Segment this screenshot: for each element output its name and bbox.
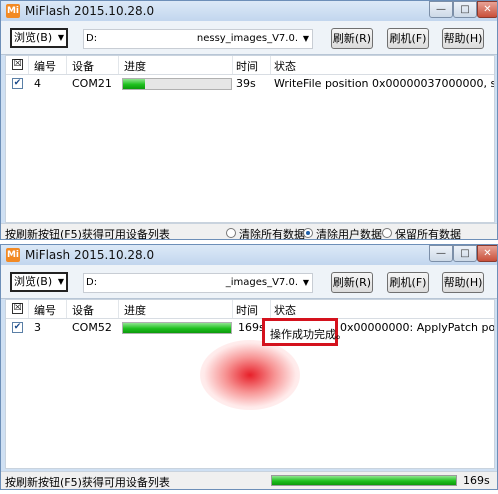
clear-user-radio[interactable] xyxy=(303,228,313,238)
help-button[interactable]: 帮助(H) xyxy=(442,28,484,49)
window-title: MiFlash 2015.10.28.0 xyxy=(25,248,155,262)
help-button[interactable]: 帮助(H) xyxy=(442,272,484,293)
path-drive: D: xyxy=(86,277,98,288)
browse-label: 浏览(B) xyxy=(14,275,53,288)
column-divider xyxy=(118,300,119,318)
device-time: 169s xyxy=(238,321,265,334)
status-hint: 按刷新按钮(F5)获得可用设备列表 xyxy=(5,476,170,489)
select-all-checkbox[interactable]: ☒ xyxy=(12,303,23,314)
toolbar: 浏览(B) ▼ D: nessy_images_V7.0. ▼ 刷新(R) 刷机… xyxy=(1,21,497,55)
red-splash-mark xyxy=(200,340,300,410)
device-list: ☒ 编号 设备 进度 时间 状态 ✔ 4 COM21 39s WriteFile… xyxy=(5,55,495,223)
miflash-window-1: Mi MiFlash 2015.10.28.0 — □ ✕ 浏览(B) ▼ D:… xyxy=(0,0,498,240)
clear-user-label[interactable]: 清除用户数据 xyxy=(316,226,382,239)
device-progress-bar xyxy=(122,322,232,334)
close-button[interactable]: ✕ xyxy=(477,245,497,262)
chevron-down-icon: ▼ xyxy=(57,277,64,286)
browse-dropdown[interactable]: 浏览(B) ▼ xyxy=(10,28,68,48)
column-divider xyxy=(118,56,119,74)
maximize-button[interactable]: □ xyxy=(453,245,477,262)
overall-time: 169s xyxy=(463,474,490,487)
device-checkbox[interactable]: ✔ xyxy=(12,78,23,89)
device-port: COM21 xyxy=(72,77,112,90)
device-port: COM52 xyxy=(72,321,112,334)
column-status[interactable]: 状态 xyxy=(274,302,296,318)
column-status[interactable]: 状态 xyxy=(274,58,296,74)
device-id: 3 xyxy=(34,321,41,334)
toolbar: 浏览(B) ▼ D: _images_V7.0. ▼ 刷新(R) 刷机(F) 帮… xyxy=(1,265,497,299)
window-title: MiFlash 2015.10.28.0 xyxy=(25,4,155,18)
success-highlight-box: 操作成功完成。 xyxy=(262,318,347,346)
overall-progress-bar xyxy=(271,475,457,486)
close-button[interactable]: ✕ xyxy=(477,1,497,18)
chevron-down-icon[interactable]: ▼ xyxy=(303,274,309,292)
select-all-checkbox[interactable]: ☒ xyxy=(12,59,23,70)
column-divider xyxy=(270,300,271,318)
device-row[interactable]: ✔ 4 COM21 39s WriteFile position 0x00000… xyxy=(6,74,494,94)
title-bar[interactable]: Mi MiFlash 2015.10.28.0 — □ ✕ xyxy=(1,245,497,265)
column-time[interactable]: 时间 xyxy=(236,302,258,318)
device-list-header: ☒ 编号 设备 进度 时间 状态 xyxy=(6,300,494,319)
device-status: WriteFile position 0x00000037000000, siz… xyxy=(274,77,494,90)
device-status: 0x00000000: ApplyPatch position xyxy=(340,321,495,334)
path-folder: nessy_images_V7.0. xyxy=(196,33,298,44)
success-status-text: 操作成功完成。 xyxy=(270,328,347,341)
chevron-down-icon[interactable]: ▼ xyxy=(303,30,309,48)
mi-logo-icon: Mi xyxy=(6,4,20,18)
device-list-header: ☒ 编号 设备 进度 时间 状态 xyxy=(6,56,494,75)
rom-path-input[interactable]: D: nessy_images_V7.0. ▼ xyxy=(83,29,313,49)
clear-all-radio[interactable] xyxy=(226,228,236,238)
maximize-button[interactable]: □ xyxy=(453,1,477,18)
flash-button[interactable]: 刷机(F) xyxy=(387,28,429,49)
column-progress[interactable]: 进度 xyxy=(124,58,146,74)
column-device[interactable]: 设备 xyxy=(72,58,94,74)
column-divider xyxy=(28,56,29,74)
column-divider xyxy=(28,300,29,318)
path-folder: _images_V7.0. xyxy=(225,277,298,288)
column-id[interactable]: 编号 xyxy=(34,58,56,74)
browse-label: 浏览(B) xyxy=(14,31,53,44)
keep-all-label[interactable]: 保留所有数据 xyxy=(395,226,461,239)
path-drive: D: xyxy=(86,33,98,44)
status-hint: 按刷新按钮(F5)获得可用设备列表 xyxy=(5,228,170,240)
column-progress[interactable]: 进度 xyxy=(124,302,146,318)
device-id: 4 xyxy=(34,77,41,90)
column-divider xyxy=(232,300,233,318)
column-divider xyxy=(66,300,67,318)
title-bar[interactable]: Mi MiFlash 2015.10.28.0 — □ ✕ xyxy=(1,1,497,21)
refresh-button[interactable]: 刷新(R) xyxy=(331,272,373,293)
device-progress-fill xyxy=(123,79,145,89)
device-progress-fill xyxy=(123,323,231,333)
browse-dropdown[interactable]: 浏览(B) ▼ xyxy=(10,272,68,292)
column-time[interactable]: 时间 xyxy=(236,58,258,74)
keep-all-radio[interactable] xyxy=(382,228,392,238)
rom-path-input[interactable]: D: _images_V7.0. ▼ xyxy=(83,273,313,293)
minimize-button[interactable]: — xyxy=(429,245,453,262)
device-checkbox[interactable]: ✔ xyxy=(12,322,23,333)
device-row[interactable]: ✔ 3 COM52 169s 0x00000000: ApplyPatch po… xyxy=(6,318,494,338)
column-divider xyxy=(232,56,233,74)
status-bar: 按刷新按钮(F5)获得可用设备列表 清除所有数据 清除用户数据 保留所有数据 xyxy=(1,223,497,240)
status-bar: 按刷新按钮(F5)获得可用设备列表 169s xyxy=(1,471,497,489)
chevron-down-icon: ▼ xyxy=(57,33,64,42)
clear-all-label[interactable]: 清除所有数据 xyxy=(239,226,305,239)
refresh-button[interactable]: 刷新(R) xyxy=(331,28,373,49)
mi-logo-icon: Mi xyxy=(6,248,20,262)
device-time: 39s xyxy=(236,77,256,90)
device-progress-bar xyxy=(122,78,232,90)
overall-progress-fill xyxy=(272,476,456,485)
column-divider xyxy=(270,56,271,74)
minimize-button[interactable]: — xyxy=(429,1,453,18)
column-device[interactable]: 设备 xyxy=(72,302,94,318)
flash-button[interactable]: 刷机(F) xyxy=(387,272,429,293)
column-id[interactable]: 编号 xyxy=(34,302,56,318)
column-divider xyxy=(66,56,67,74)
